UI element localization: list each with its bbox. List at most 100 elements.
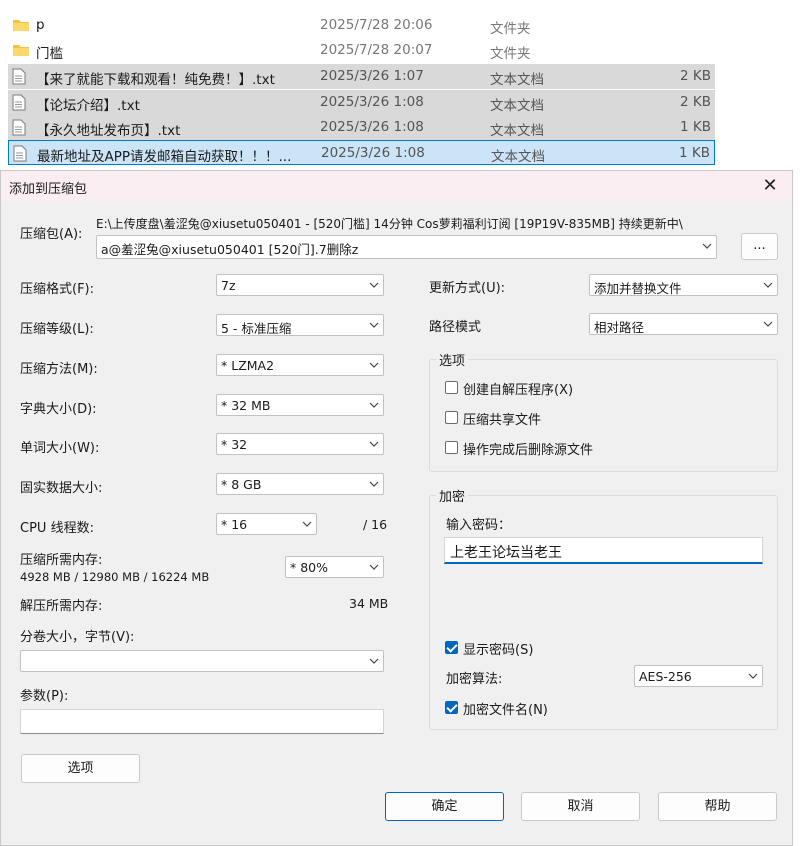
chevron-down-icon	[302, 521, 312, 527]
file-date: 2025/3/26 1:08	[321, 145, 425, 161]
solid-value: * 8 GB	[221, 477, 262, 492]
chevron-down-icon	[369, 282, 379, 288]
file-row[interactable]: 【永久地址发布页】.txt 2025/3/26 1:08 文本文档 1 KB	[8, 115, 715, 140]
file-row[interactable]: 最新地址及APP请发邮箱自动获取！！！... 2025/3/26 1:08 文本文档…	[8, 140, 715, 165]
file-size: 2 KB	[680, 94, 711, 110]
shared-checkbox[interactable]	[445, 411, 458, 424]
threads-max: / 16	[363, 517, 388, 532]
dict-value: * 32 MB	[221, 398, 271, 413]
path-mode-label: 路径模式	[429, 320, 482, 335]
file-type: 文本文档	[490, 123, 544, 139]
text-file-icon	[12, 94, 26, 115]
file-date: 2025/3/26 1:07	[320, 68, 424, 84]
password-input[interactable]: 上老王论坛当老王	[444, 537, 763, 564]
options-button[interactable]: 选项	[21, 754, 140, 783]
enc-method-select[interactable]: AES-256	[634, 665, 763, 687]
enc-method-label: 加密算法:	[446, 672, 503, 687]
threads-label: CPU 线程数:	[20, 521, 94, 536]
encrypt-names-label: 加密文件名(N)	[463, 703, 548, 718]
level-select[interactable]: 5 - 标准压缩	[216, 314, 384, 336]
archive-path-line2: a@羞涩兔@xiusetu050401 [520门].7删除z	[101, 242, 359, 257]
text-file-icon	[13, 145, 27, 162]
password-value: 上老王论坛当老王	[450, 545, 562, 561]
format-value: 7z	[221, 278, 236, 293]
file-type: 文本文档	[490, 98, 544, 114]
file-name: 【来了就能下载和观看！纯免费！】.txt	[36, 72, 275, 88]
chevron-down-icon	[702, 243, 712, 249]
sfx-checkbox[interactable]	[445, 381, 458, 394]
delete-checkbox[interactable]	[445, 441, 458, 454]
dict-select[interactable]: * 32 MB	[216, 394, 384, 416]
archive-label: 压缩包(A):	[20, 227, 83, 242]
word-label: 单词大小(W):	[20, 441, 100, 456]
help-button[interactable]: 帮助	[658, 792, 777, 821]
decomp-value: 34 MB	[349, 596, 389, 611]
file-name: 【永久地址发布页】.txt	[36, 123, 181, 139]
word-select[interactable]: * 32	[216, 433, 384, 455]
chevron-down-icon	[369, 481, 379, 487]
chevron-down-icon	[369, 402, 379, 408]
mem-label: 压缩所需内存:	[20, 553, 103, 568]
shared-label: 压缩共享文件	[463, 413, 542, 428]
file-row[interactable]: 【来了就能下载和观看！纯免费！】.txt 2025/3/26 1:07 文本文档 2 …	[8, 64, 715, 89]
file-size: 1 KB	[679, 145, 710, 161]
file-name: 【论坛介绍】.txt	[36, 98, 140, 114]
dict-label: 字典大小(D):	[20, 402, 97, 417]
file-name: 门槛	[36, 46, 63, 62]
level-value: 5 - 标准压缩	[221, 321, 292, 336]
text-file-icon	[12, 94, 26, 111]
archive-path-line1: E:\上传度盘\羞涩兔@xiusetu050401 - [520门槛] 14分钟…	[96, 217, 683, 231]
file-date: 2025/3/26 1:08	[320, 94, 424, 110]
options-group-label: 选项	[436, 350, 469, 369]
update-select[interactable]: 添加并替换文件	[589, 274, 778, 296]
text-file-icon	[13, 145, 27, 166]
threads-value: * 16	[221, 517, 248, 532]
text-file-icon	[12, 68, 26, 85]
file-size: 1 KB	[680, 119, 711, 135]
dialog-titlebar: 添加到压缩包 ✕	[1, 171, 792, 201]
mem-select[interactable]: * 80%	[285, 556, 384, 578]
chevron-down-icon	[748, 673, 758, 679]
format-label: 压缩格式(F):	[20, 282, 95, 297]
file-size: 2 KB	[680, 68, 711, 84]
mem-value: * 80%	[290, 560, 329, 575]
password-label: 输入密码：	[446, 518, 512, 533]
folder-row[interactable]: p 2025/7/28 20:06 文件夹	[8, 13, 715, 38]
encrypt-names-checkbox[interactable]	[445, 701, 458, 714]
delete-label: 操作完成后删除源文件	[463, 443, 594, 458]
browse-button[interactable]: ...	[741, 233, 778, 260]
update-label: 更新方式(U):	[429, 281, 506, 296]
show-password-label: 显示密码(S)	[463, 643, 534, 658]
chevron-down-icon	[369, 564, 379, 570]
cancel-button[interactable]: 取消	[521, 792, 640, 821]
show-password-checkbox[interactable]	[445, 641, 458, 654]
file-type: 文本文档	[490, 72, 544, 88]
enc-method-value: AES-256	[639, 669, 692, 684]
close-icon[interactable]: ✕	[758, 174, 782, 198]
file-row[interactable]: 【论坛介绍】.txt 2025/3/26 1:08 文本文档 2 KB	[8, 90, 715, 115]
dialog-title: 添加到压缩包	[9, 182, 88, 197]
archive-path-combo[interactable]: a@羞涩兔@xiusetu050401 [520门].7删除z	[96, 235, 717, 259]
chevron-down-icon	[369, 658, 379, 664]
word-value: * 32	[221, 437, 248, 452]
folder-row[interactable]: 门槛 2025/7/28 20:07 文件夹	[8, 38, 715, 63]
ok-button[interactable]: 确定	[385, 792, 504, 821]
split-select[interactable]	[20, 650, 384, 672]
folder-icon	[12, 42, 30, 62]
format-select[interactable]: 7z	[216, 274, 384, 296]
level-label: 压缩等级(L):	[20, 322, 94, 337]
decomp-label: 解压所需内存:	[20, 599, 103, 614]
method-select[interactable]: * LZMA2	[216, 354, 384, 376]
params-label: 参数(P):	[20, 689, 69, 704]
file-name: 最新地址及APP请发邮箱自动获取！！！...	[37, 149, 292, 165]
add-to-archive-dialog: 添加到压缩包 ✕ 压缩包(A): E:\上传度盘\羞涩兔@xiusetu0504…	[0, 170, 793, 846]
solid-select[interactable]: * 8 GB	[216, 473, 384, 495]
sfx-label: 创建自解压程序(X)	[463, 383, 574, 398]
path-mode-select[interactable]: 相对路径	[589, 313, 778, 335]
chevron-down-icon	[369, 322, 379, 328]
text-file-icon	[12, 119, 26, 140]
solid-label: 固实数据大小:	[20, 481, 103, 496]
threads-select[interactable]: * 16	[216, 513, 317, 535]
chevron-down-icon	[369, 441, 379, 447]
params-input[interactable]	[20, 709, 384, 734]
